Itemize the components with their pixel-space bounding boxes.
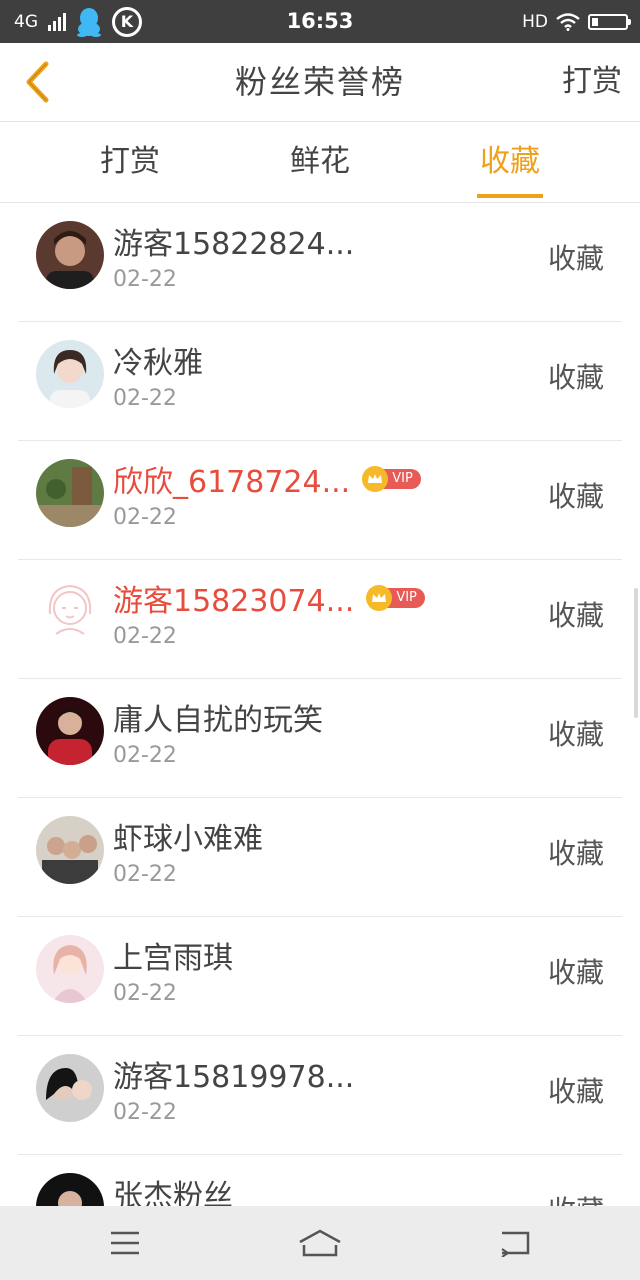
reward-button[interactable]: 打赏 bbox=[562, 43, 622, 121]
fan-name: 游客15823074... bbox=[113, 584, 355, 619]
list-item[interactable]: 欣欣_6178724... VIP 02-22 收藏 bbox=[0, 441, 640, 560]
tab-reward[interactable]: 打赏 bbox=[80, 122, 180, 202]
hd-indicator: HD bbox=[522, 11, 548, 32]
status-bar: 4G K 16:53 HD bbox=[0, 0, 640, 43]
avatar[interactable] bbox=[36, 1173, 104, 1206]
fan-date: 02-22 bbox=[113, 624, 177, 649]
scrollbar[interactable] bbox=[634, 588, 638, 718]
avatar[interactable] bbox=[36, 1054, 104, 1122]
avatar[interactable] bbox=[36, 459, 104, 527]
home-button[interactable] bbox=[280, 1206, 360, 1280]
name-line: 冷秋雅 bbox=[113, 338, 203, 382]
fan-date: 02-22 bbox=[113, 981, 177, 1006]
fan-action-label: 收藏 bbox=[547, 837, 604, 870]
wifi-icon bbox=[556, 12, 580, 31]
fan-action-label: 收藏 bbox=[547, 242, 604, 275]
fan-name: 冷秋雅 bbox=[113, 346, 203, 381]
fan-action-label: 收藏 bbox=[547, 956, 604, 989]
name-line: 虾球小难难 bbox=[113, 814, 263, 858]
menu-icon bbox=[111, 1231, 139, 1255]
avatar[interactable] bbox=[36, 935, 104, 1003]
name-line: 游客15819978... bbox=[113, 1052, 354, 1096]
avatar[interactable] bbox=[36, 221, 104, 289]
fan-action-label: 收藏 bbox=[547, 480, 604, 513]
tab-flowers[interactable]: 鲜花 bbox=[270, 122, 370, 202]
avatar[interactable] bbox=[36, 578, 104, 646]
name-line: 欣欣_6178724... VIP bbox=[113, 457, 421, 501]
fan-date: 02-22 bbox=[113, 505, 177, 530]
name-line: 张杰粉丝 bbox=[113, 1171, 233, 1206]
fan-action-label: 收藏 bbox=[548, 1189, 604, 1206]
avatar[interactable] bbox=[36, 340, 104, 408]
fan-date: 02-22 bbox=[113, 386, 177, 411]
app-screen: 4G K 16:53 HD 粉丝荣誉榜 打赏 打赏 鲜花 收藏 游客158228… bbox=[0, 0, 640, 1280]
avatar[interactable] bbox=[36, 697, 104, 765]
fan-action-label: 收藏 bbox=[547, 361, 604, 394]
vip-badge: VIP bbox=[362, 466, 421, 492]
tab-bar: 打赏 鲜花 收藏 bbox=[0, 122, 640, 203]
list-item[interactable]: 游客15822824... 02-22 收藏 bbox=[0, 203, 640, 322]
list-item[interactable]: 游客15819978... 02-22 收藏 bbox=[0, 1036, 640, 1155]
vip-badge: VIP bbox=[366, 585, 425, 611]
list-item[interactable]: 虾球小难难 02-22 收藏 bbox=[0, 798, 640, 917]
fan-name: 游客15819978... bbox=[113, 1060, 355, 1095]
fan-date: 02-22 bbox=[113, 267, 177, 292]
list-item[interactable]: 游客15823074... VIP 02-22 收藏 bbox=[0, 560, 640, 679]
avatar[interactable] bbox=[36, 816, 104, 884]
fan-name: 张杰粉丝 bbox=[113, 1179, 233, 1206]
fan-action-label: 收藏 bbox=[547, 718, 604, 751]
fan-action-label: 收藏 bbox=[547, 599, 604, 632]
name-line: 上宫雨琪 bbox=[113, 933, 233, 977]
fan-name: 上宫雨琪 bbox=[113, 941, 233, 976]
system-nav-bar bbox=[0, 1206, 640, 1280]
name-line: 游客15823074... VIP bbox=[113, 576, 425, 620]
battery-icon bbox=[588, 13, 631, 30]
name-line: 庸人自扰的玩笑 bbox=[113, 695, 323, 739]
app-header: 粉丝荣誉榜 打赏 bbox=[0, 43, 640, 122]
list-item[interactable]: 庸人自扰的玩笑 02-22 收藏 bbox=[0, 679, 640, 798]
fan-list: 游客15822824... 02-22 收藏 冷秋雅 02-22 收藏 欣欣_6… bbox=[0, 203, 640, 1206]
fan-name: 游客15822824... bbox=[113, 227, 355, 262]
fan-date: 02-22 bbox=[113, 862, 177, 887]
name-line: 游客15822824... bbox=[113, 219, 354, 263]
status-right: HD bbox=[522, 0, 631, 43]
menu-button[interactable] bbox=[85, 1206, 165, 1280]
list-item[interactable]: 张杰粉丝 02-22 收藏 bbox=[0, 1155, 640, 1206]
fan-action-label: 收藏 bbox=[547, 1075, 604, 1108]
fan-date: 02-22 bbox=[113, 1100, 177, 1125]
fan-name: 虾球小难难 bbox=[113, 822, 263, 857]
system-back-button[interactable] bbox=[475, 1206, 555, 1280]
return-icon bbox=[501, 1231, 530, 1257]
fan-name: 欣欣_6178724... bbox=[113, 465, 351, 500]
tab-favorites[interactable]: 收藏 bbox=[460, 122, 560, 202]
active-tab-indicator bbox=[477, 194, 543, 198]
fan-date: 02-22 bbox=[113, 743, 177, 768]
list-item[interactable]: 上宫雨琪 02-22 收藏 bbox=[0, 917, 640, 1036]
page-title: 粉丝荣誉榜 bbox=[234, 63, 405, 101]
fan-name: 庸人自扰的玩笑 bbox=[113, 703, 323, 738]
list-item[interactable]: 冷秋雅 02-22 收藏 bbox=[0, 322, 640, 441]
home-icon bbox=[299, 1229, 341, 1257]
